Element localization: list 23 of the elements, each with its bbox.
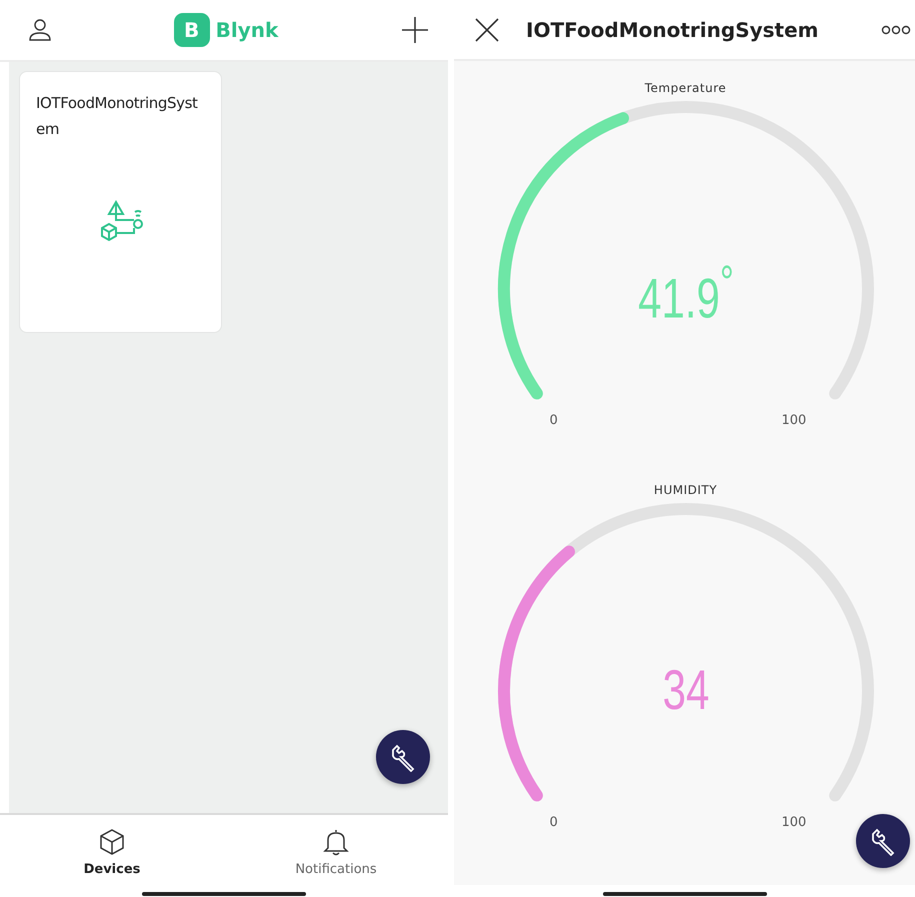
gauge-value: 41.9$^{°}$ [636,255,734,331]
cube-icon [98,828,126,856]
nav-tab[interactable]: Devices [0,815,224,897]
gauge-min: 0 [550,815,558,830]
wrench-button[interactable] [856,814,910,868]
gauge-value: 34 [661,657,710,722]
device-card[interactable]: IOTFoodMonotringSystem [19,71,222,333]
add-icon[interactable] [400,15,430,45]
gauge-max: 100 [782,413,806,428]
profile-icon[interactable] [28,18,52,42]
device-title: IOTFoodMonotringSystem [526,18,820,42]
gauge-min: 0 [550,413,558,428]
gauge-title: HUMIDITY [654,483,718,497]
logo-text: Blynk [216,18,278,42]
bell-icon [322,828,350,856]
close-icon[interactable] [474,16,500,42]
wrench-button[interactable] [376,730,430,784]
device-name: IOTFoodMonotringSystem [36,93,199,140]
gauge-title: Temperature [644,81,726,95]
logo-badge: B [174,13,210,47]
gauge-max: 100 [782,815,806,830]
nav-tab[interactable]: Notifications [224,815,448,897]
more-icon[interactable] [881,24,911,34]
